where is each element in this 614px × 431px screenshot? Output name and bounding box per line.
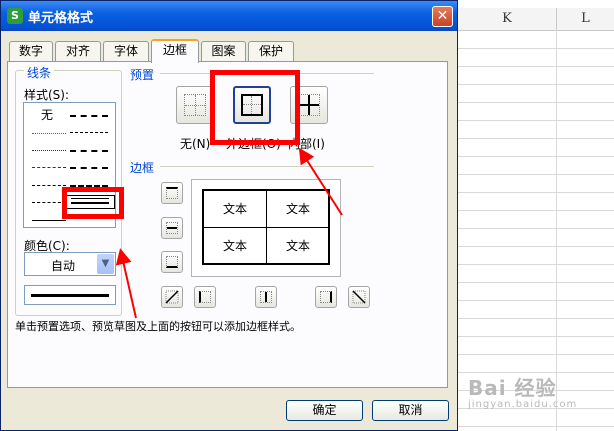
border-none-icon <box>184 94 206 116</box>
title-bar[interactable]: S 单元格格式 ✕ <box>1 1 457 31</box>
instruction-note: 单击预置选项、预览草图及上面的按钮可以添加边框样式。 <box>15 320 301 333</box>
row-divider <box>458 318 614 319</box>
row-divider <box>458 426 614 427</box>
watermark-url: jingyan.baidu.com <box>468 399 578 410</box>
border-right-button[interactable] <box>315 286 337 308</box>
watermark: Bai 经验 jingyan.baidu.com <box>468 372 577 410</box>
column-header-l[interactable]: L <box>557 8 614 31</box>
border-diagonal-up-button[interactable] <box>161 286 183 308</box>
row-divider <box>458 102 614 103</box>
line-style-option[interactable] <box>70 150 108 152</box>
chevron-down-icon[interactable]: ▼ <box>97 254 114 274</box>
tab-font[interactable]: 字体 <box>103 41 149 61</box>
border-horizontal-icon <box>166 222 178 234</box>
row-divider <box>458 282 614 283</box>
border-separator <box>160 166 374 167</box>
line-style-option[interactable] <box>32 220 66 221</box>
row-divider <box>458 228 614 229</box>
border-diagonal-down-button[interactable] <box>348 286 370 308</box>
row-divider <box>458 210 614 211</box>
row-divider <box>458 174 614 175</box>
annotation-highlight-line-style <box>62 187 124 219</box>
preview-cell-text: 文本 <box>285 202 310 216</box>
row-divider <box>458 336 614 337</box>
line-style-option[interactable] <box>70 115 108 117</box>
row-divider <box>458 156 614 157</box>
border-vertical-icon <box>260 291 272 303</box>
line-style-label: 样式(S): <box>24 88 70 102</box>
row-divider <box>458 48 614 49</box>
line-style-option[interactable] <box>32 167 66 168</box>
app-icon: S <box>7 8 23 24</box>
spreadsheet-background: K L <box>458 0 614 431</box>
border-preview-table[interactable]: 文本 文本 文本 文本 <box>202 189 330 265</box>
color-dropdown-value: 自动 <box>51 259 76 273</box>
tab-border[interactable]: 边框 <box>151 39 199 63</box>
line-group-title: 线条 <box>24 64 55 81</box>
border-bottom-icon <box>166 256 178 268</box>
tab-number[interactable]: 数字 <box>9 41 53 61</box>
row-divider <box>458 246 614 247</box>
line-preview <box>24 285 116 305</box>
row-divider <box>458 120 614 121</box>
row-divider <box>458 192 614 193</box>
tab-pattern[interactable]: 图案 <box>201 41 246 61</box>
icon-stroke <box>167 227 177 229</box>
line-style-option[interactable] <box>70 132 108 133</box>
line-style-option[interactable] <box>32 202 66 203</box>
presets-title: 预置 <box>130 68 155 82</box>
border-top-button[interactable] <box>161 182 183 204</box>
annotation-highlight-outline-preset <box>210 70 300 145</box>
row-divider <box>458 84 614 85</box>
close-icon: ✕ <box>436 8 449 24</box>
tab-alignment[interactable]: 对齐 <box>55 41 101 61</box>
border-section-title: 边框 <box>130 161 155 175</box>
watermark-brand: Bai 经验 <box>468 376 557 400</box>
row-divider <box>458 354 614 355</box>
border-bottom-button[interactable] <box>161 251 183 273</box>
border-right-icon <box>320 291 332 303</box>
line-style-none[interactable]: 无 <box>41 106 53 123</box>
icon-stroke <box>185 105 205 106</box>
tab-protection[interactable]: 保护 <box>248 41 294 61</box>
row-divider <box>458 300 614 301</box>
line-style-option[interactable] <box>32 133 66 134</box>
row-divider <box>458 264 614 265</box>
preview-cell-text: 文本 <box>285 239 310 253</box>
row-divider <box>458 66 614 67</box>
row-divider <box>458 138 614 139</box>
column-header-k[interactable]: K <box>458 8 557 31</box>
border-top-icon <box>166 187 178 199</box>
preview-cell-text: 文本 <box>222 202 247 216</box>
border-left-icon <box>199 291 211 303</box>
border-middle-vertical-button[interactable] <box>255 286 277 308</box>
line-style-option[interactable] <box>32 150 66 151</box>
dialog-title: 单元格格式 <box>28 11 94 26</box>
line-style-option[interactable] <box>32 185 66 186</box>
preview-cell-text: 文本 <box>222 239 247 253</box>
diagonal-down-icon <box>352 290 366 304</box>
diagonal-up-icon <box>165 290 179 304</box>
cancel-button[interactable]: 取消 <box>372 400 449 421</box>
border-middle-horizontal-button[interactable] <box>161 217 183 239</box>
column-divider <box>556 30 557 431</box>
icon-stroke <box>299 104 319 106</box>
preset-none-label: 无(N) <box>180 137 211 151</box>
ok-button[interactable]: 确定 <box>286 400 363 421</box>
border-inside-icon <box>298 94 320 116</box>
close-button[interactable]: ✕ <box>432 6 453 27</box>
border-left-button[interactable] <box>194 286 216 308</box>
line-style-option[interactable] <box>70 167 108 169</box>
icon-stroke <box>265 292 267 302</box>
line-preview-sample <box>31 294 109 297</box>
color-dropdown[interactable]: 自动 ▼ <box>24 252 116 276</box>
preset-none-button[interactable] <box>176 86 214 124</box>
